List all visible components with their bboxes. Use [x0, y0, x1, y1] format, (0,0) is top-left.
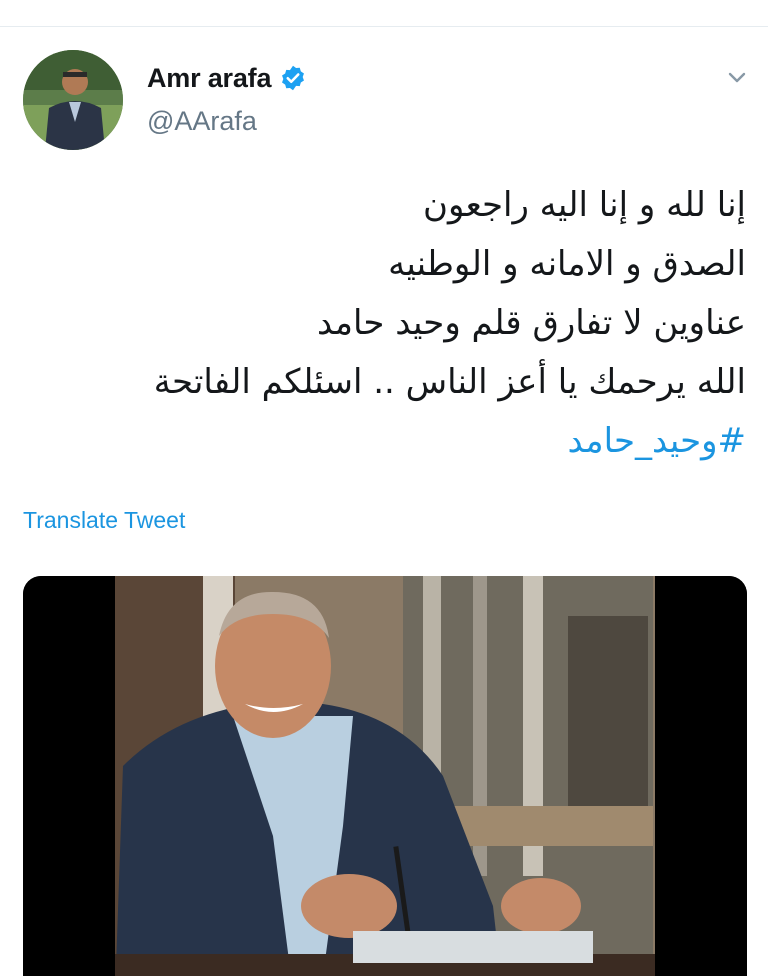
- verified-badge-icon: [279, 64, 307, 92]
- divider: [0, 26, 768, 27]
- tweet-text-line: الصدق و الامانه و الوطنيه: [388, 244, 746, 284]
- tweet-photo[interactable]: [23, 576, 747, 976]
- tweet-text: إنا لله و إنا اليه راجعون الصدق و الامان…: [26, 176, 746, 471]
- tweet-text-line: عناوين لا تفارق قلم وحيد حامد: [316, 303, 746, 343]
- translate-tweet-link[interactable]: Translate Tweet: [23, 507, 185, 534]
- tweet-header: Amr arafa @AArafa: [147, 58, 307, 137]
- avatar[interactable]: [23, 50, 123, 150]
- tweet-view: Amr arafa @AArafa إنا لله و إنا اليه راج…: [0, 0, 768, 976]
- name-row: Amr arafa: [147, 58, 307, 98]
- chevron-down-icon[interactable]: [726, 66, 748, 88]
- user-handle[interactable]: @AArafa: [147, 106, 307, 137]
- display-name[interactable]: Amr arafa: [147, 63, 271, 94]
- tweet-text-line: إنا لله و إنا اليه راجعون: [423, 185, 746, 225]
- hashtag-link[interactable]: #وحيد_حامد: [26, 412, 746, 471]
- tweet-text-line: الله يرحمك يا أعز الناس .. اسئلكم الفاتح…: [153, 362, 746, 402]
